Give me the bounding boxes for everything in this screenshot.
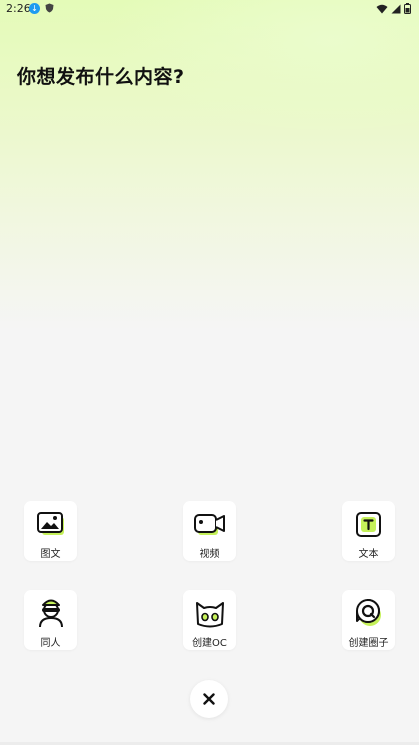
publish-text-button[interactable]: 文本 [342,501,395,561]
item-label: 创建OC [192,638,227,649]
item-label: 创建圈子 [348,638,389,649]
item-label: 同人 [40,638,61,649]
status-time: 2:26 [6,2,31,15]
battery-icon [404,3,411,14]
item-label: 视频 [199,549,220,560]
publish-video-button[interactable]: 视频 [183,501,236,561]
status-bar: 2:26 ↓ [0,0,419,18]
image-icon [37,512,64,535]
page-title: 你想发布什么内容? [17,66,185,88]
cat-icon [196,602,224,628]
video-icon [194,514,225,535]
item-label: 文本 [358,549,379,560]
close-icon [203,693,215,705]
signal-icon [391,4,401,13]
wifi-icon [376,4,388,13]
close-button[interactable] [190,680,228,718]
publish-image-text-button[interactable]: 图文 [24,501,77,561]
publish-fanwork-button[interactable]: 同人 [24,590,77,650]
download-notification-icon: ↓ [29,3,40,14]
create-circle-button[interactable]: 创建圈子 [342,590,395,650]
create-oc-button[interactable]: 创建OC [183,590,236,650]
status-icons [376,3,411,14]
header-gradient [0,0,419,330]
character-icon [39,599,63,628]
item-label: 图文 [40,549,61,560]
text-icon [356,512,381,537]
circle-chat-icon [356,598,381,626]
shield-icon [45,3,54,13]
